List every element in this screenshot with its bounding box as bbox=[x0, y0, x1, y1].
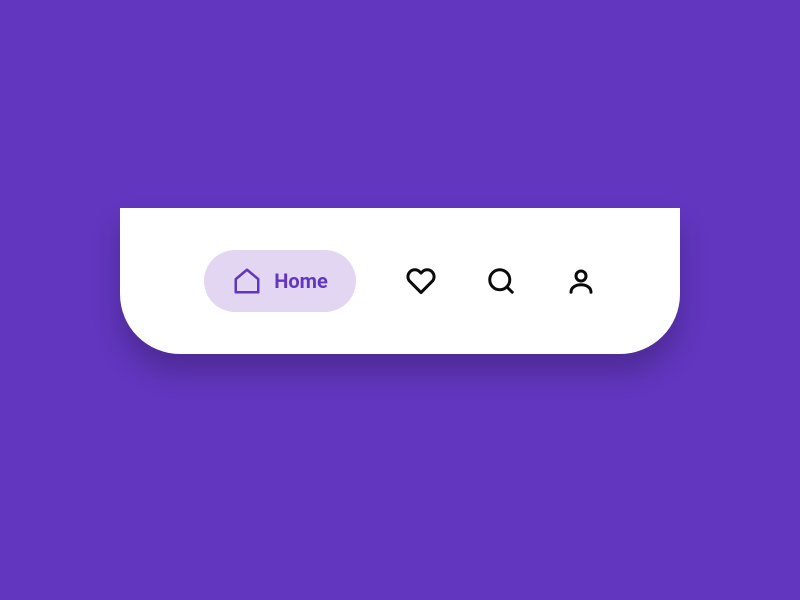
nav-item-profile[interactable] bbox=[566, 266, 596, 296]
search-icon bbox=[486, 266, 516, 296]
nav-item-home[interactable]: Home bbox=[204, 250, 356, 312]
nav-item-search[interactable] bbox=[486, 266, 516, 296]
bottom-navbar: Home bbox=[120, 208, 680, 354]
nav-inner: Home bbox=[204, 250, 596, 312]
heart-icon bbox=[406, 266, 436, 296]
home-icon bbox=[232, 266, 262, 296]
nav-item-home-label: Home bbox=[274, 269, 328, 293]
nav-item-favorites[interactable] bbox=[406, 266, 436, 296]
user-icon bbox=[566, 266, 596, 296]
